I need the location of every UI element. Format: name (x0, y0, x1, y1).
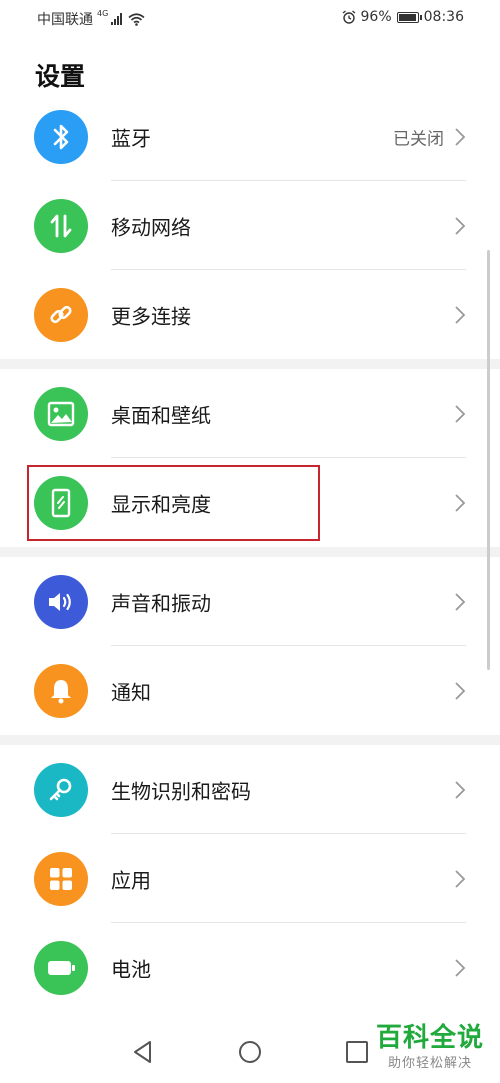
alarm-icon (342, 10, 355, 24)
item-label: 桌面和壁纸 (111, 403, 211, 427)
carrier-label: 中国联通 (37, 12, 93, 28)
bell-icon (34, 663, 88, 718)
chevron-right-icon (455, 681, 466, 700)
recents-icon[interactable] (344, 1039, 370, 1065)
chevron-right-icon (455, 127, 466, 146)
chevron-right-icon (455, 404, 466, 423)
signal-icon (111, 13, 123, 25)
wifi-icon (128, 12, 145, 26)
status-right: 96% 08:36 (342, 9, 464, 25)
bluetooth-status: 已关闭 (393, 129, 444, 149)
item-label: 移动网络 (111, 215, 191, 239)
mobile-data-icon (34, 198, 88, 253)
network-type: 4G (97, 8, 109, 18)
section-gap (0, 547, 500, 557)
item-label: 声音和振动 (111, 591, 211, 615)
settings-item-apps[interactable]: 应用 (0, 834, 500, 923)
chevron-right-icon (455, 780, 466, 799)
section-gap (0, 735, 500, 745)
item-label: 蓝牙 (111, 126, 151, 150)
item-label: 更多连接 (111, 304, 191, 328)
bluetooth-icon (34, 109, 88, 164)
settings-list: 蓝牙 已关闭 移动网络 更多连接 桌面和壁纸 显示和亮度 声音和振动 通知 生物… (0, 92, 500, 1012)
settings-item-wallpaper[interactable]: 桌面和壁纸 (0, 369, 500, 458)
item-label: 应用 (111, 868, 151, 892)
battery-setting-icon (34, 940, 88, 995)
section-gap (0, 359, 500, 369)
chevron-right-icon (455, 869, 466, 888)
watermark: 百科全说 助你轻松解决 (376, 1024, 484, 1071)
watermark-title: 百科全说 (375, 1023, 484, 1053)
item-label: 通知 (111, 680, 151, 704)
settings-item-mobile-network[interactable]: 移动网络 (0, 181, 500, 270)
highlight-box (27, 465, 320, 541)
item-label: 生物识别和密码 (111, 779, 251, 803)
item-label: 电池 (111, 957, 151, 981)
link-icon (34, 287, 88, 342)
key-icon (34, 762, 88, 817)
settings-item-more-connections[interactable]: 更多连接 (0, 270, 500, 359)
wallpaper-icon (34, 386, 88, 441)
settings-item-sound[interactable]: 声音和振动 (0, 557, 500, 646)
home-icon[interactable] (237, 1039, 263, 1065)
status-left: 中国联通 4G (37, 9, 145, 29)
page-title: 设置 (35, 62, 86, 91)
chevron-right-icon (455, 493, 466, 512)
watermark-subtitle: 助你轻松解决 (387, 1056, 472, 1071)
scrollbar[interactable] (487, 250, 490, 670)
settings-item-notifications[interactable]: 通知 (0, 646, 500, 735)
status-bar: 中国联通 4G 96% 08:36 (0, 0, 500, 36)
settings-item-battery[interactable]: 电池 (0, 923, 500, 1012)
sound-icon (34, 574, 88, 629)
back-icon[interactable] (130, 1039, 156, 1065)
settings-item-bluetooth[interactable]: 蓝牙 已关闭 (0, 92, 500, 181)
clock: 08:36 (423, 9, 464, 25)
settings-item-biometrics[interactable]: 生物识别和密码 (0, 745, 500, 834)
chevron-right-icon (455, 592, 466, 611)
chevron-right-icon (455, 216, 466, 235)
battery-percent: 96% (360, 9, 392, 25)
battery-fill (398, 13, 416, 21)
chevron-right-icon (455, 305, 466, 324)
apps-icon (34, 851, 88, 906)
chevron-right-icon (455, 958, 466, 977)
battery-icon (396, 11, 422, 23)
